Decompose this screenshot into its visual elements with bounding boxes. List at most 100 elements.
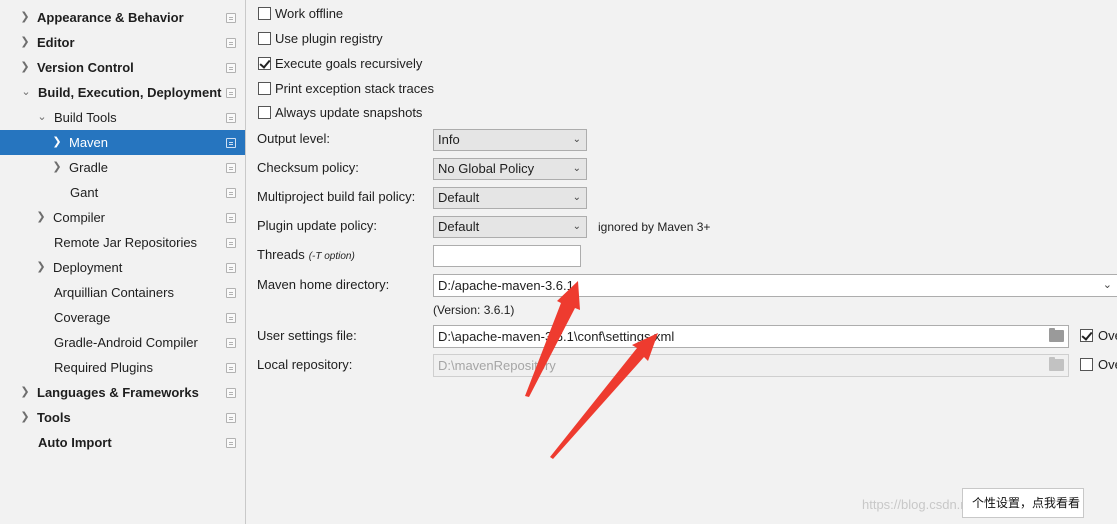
tree-item-label: Compiler xyxy=(53,210,106,225)
page-icon xyxy=(226,138,236,148)
user-settings-file-label: User settings file: xyxy=(257,328,357,343)
chevron-down-icon: ⌄ xyxy=(1102,279,1112,291)
page-icon xyxy=(226,163,236,173)
tree-item-label: Arquillian Containers xyxy=(54,285,174,300)
chevron-down-icon: ⌄ xyxy=(572,192,581,203)
user-settings-override-checkbox[interactable] xyxy=(1080,329,1093,342)
tree-item-label: Tools xyxy=(37,410,71,425)
tree-item-languages-frameworks[interactable]: ❯ Languages & Frameworks xyxy=(0,380,245,405)
tree-item-label: Gradle xyxy=(69,160,109,175)
chevron-right-icon[interactable]: ❯ xyxy=(51,155,63,180)
page-icon xyxy=(226,313,236,323)
tree-item-label: Version Control xyxy=(37,60,134,75)
chevron-right-icon[interactable]: ❯ xyxy=(19,405,31,430)
chevron-down-icon: ⌄ xyxy=(572,163,581,174)
threads-label: Threads (-T option) xyxy=(257,245,355,267)
work-offline-checkbox[interactable] xyxy=(258,7,271,20)
output-level-label: Output level: xyxy=(257,131,330,146)
folder-icon[interactable] xyxy=(1049,357,1064,371)
tree-item-label: Appearance & Behavior xyxy=(37,10,184,25)
tree-item-gradle[interactable]: ❯ Gradle xyxy=(0,155,245,180)
page-icon xyxy=(226,413,236,423)
maven-home-directory-value: D:/apache-maven-3.6.1 xyxy=(438,278,574,293)
page-icon xyxy=(226,88,236,98)
use-plugin-registry-label: Use plugin registry xyxy=(275,31,383,46)
print-exception-stack-traces-label: Print exception stack traces xyxy=(275,81,434,96)
chevron-right-icon[interactable]: ❯ xyxy=(19,55,31,80)
plugin-update-policy-note: ignored by Maven 3+ xyxy=(598,220,711,234)
always-update-snapshots-label: Always update snapshots xyxy=(275,105,423,120)
page-icon xyxy=(226,38,236,48)
page-icon xyxy=(226,238,236,248)
tree-item-appearance-behavior[interactable]: ❯ Appearance & Behavior xyxy=(0,5,245,30)
chevron-down-icon[interactable]: ⌄ xyxy=(20,80,32,105)
user-settings-file-value: D:\apache-maven-3.6.1\conf\settings.xml xyxy=(438,329,675,344)
tree-item-build-tools[interactable]: ⌄ Build Tools xyxy=(0,105,245,130)
maven-home-directory-label: Maven home directory: xyxy=(257,277,390,292)
tree-item-gant[interactable]: Gant xyxy=(0,180,245,205)
chevron-right-icon[interactable]: ❯ xyxy=(19,380,31,405)
tree-item-label: Gant xyxy=(70,185,99,200)
tree-item-required-plugins[interactable]: Required Plugins xyxy=(0,355,245,380)
tree-item-build-execution-deployment[interactable]: ⌄ Build, Execution, Deployment xyxy=(0,80,245,105)
tree-item-maven[interactable]: ❯ Maven xyxy=(0,130,245,155)
chevron-right-icon[interactable]: ❯ xyxy=(35,205,47,230)
always-update-snapshots-checkbox[interactable] xyxy=(258,106,271,119)
tree-item-tools[interactable]: ❯ Tools xyxy=(0,405,245,430)
maven-settings-panel: Work offline Use plugin registry Execute… xyxy=(247,0,1117,524)
threads-hint: (-T option) xyxy=(308,251,355,262)
output-level-select[interactable]: Info ⌄ xyxy=(433,129,587,151)
page-icon xyxy=(226,288,236,298)
folder-icon[interactable] xyxy=(1049,328,1064,342)
chevron-right-icon[interactable]: ❯ xyxy=(35,255,47,280)
tree-item-label: Editor xyxy=(37,35,75,50)
tree-item-label: Coverage xyxy=(54,310,111,325)
page-icon xyxy=(226,363,236,373)
multiproject-fail-policy-select[interactable]: Default ⌄ xyxy=(433,187,587,209)
plugin-update-policy-select[interactable]: Default ⌄ xyxy=(433,216,587,238)
tree-item-remote-jar-repositories[interactable]: Remote Jar Repositories xyxy=(0,230,245,255)
chevron-right-icon[interactable]: ❯ xyxy=(19,5,31,30)
settings-tree: ❯ Appearance & Behavior ❯ Editor ❯ Versi… xyxy=(0,0,246,524)
page-icon xyxy=(226,13,236,23)
plugin-update-policy-value: Default xyxy=(438,219,480,234)
tree-item-label: Deployment xyxy=(53,260,123,275)
threads-label-text: Threads xyxy=(257,247,305,262)
tree-item-coverage[interactable]: Coverage xyxy=(0,305,245,330)
local-repository-override-checkbox[interactable] xyxy=(1080,358,1093,371)
user-settings-file-input[interactable]: D:\apache-maven-3.6.1\conf\settings.xml xyxy=(433,325,1069,348)
chevron-right-icon[interactable]: ❯ xyxy=(19,30,31,55)
tree-item-arquillian-containers[interactable]: Arquillian Containers xyxy=(0,280,245,305)
maven-home-directory-combo[interactable]: D:/apache-maven-3.6.1 ⌄ xyxy=(433,274,1117,297)
tree-item-auto-import[interactable]: Auto Import xyxy=(0,430,245,455)
tree-item-compiler[interactable]: ❯ Compiler xyxy=(0,205,245,230)
tooltip: 个性设置，点我看看 xyxy=(962,488,1084,518)
output-level-value: Info xyxy=(438,132,460,147)
tree-item-gradle-android-compiler[interactable]: Gradle-Android Compiler xyxy=(0,330,245,355)
tree-item-deployment[interactable]: ❯ Deployment xyxy=(0,255,245,280)
checksum-policy-value: No Global Policy xyxy=(438,161,535,176)
local-repository-input[interactable]: D:\mavenRepository xyxy=(433,354,1069,377)
local-repository-override-label: Ove xyxy=(1098,357,1117,372)
user-settings-override-label: Ove xyxy=(1098,328,1117,343)
tree-item-label: Auto Import xyxy=(38,435,112,450)
chevron-down-icon: ⌄ xyxy=(572,134,581,145)
threads-input[interactable] xyxy=(433,245,581,267)
page-icon xyxy=(226,113,236,123)
page-icon xyxy=(226,438,236,448)
multiproject-fail-policy-value: Default xyxy=(438,190,480,205)
tree-item-version-control[interactable]: ❯ Version Control xyxy=(0,55,245,80)
checksum-policy-select[interactable]: No Global Policy ⌄ xyxy=(433,158,587,180)
tree-item-label: Required Plugins xyxy=(54,360,154,375)
page-icon xyxy=(226,263,236,273)
execute-goals-recursively-checkbox[interactable] xyxy=(258,57,271,70)
chevron-right-icon[interactable]: ❯ xyxy=(51,130,63,155)
tree-item-editor[interactable]: ❯ Editor xyxy=(0,30,245,55)
tree-item-label: Gradle-Android Compiler xyxy=(54,335,198,350)
use-plugin-registry-checkbox[interactable] xyxy=(258,32,271,45)
execute-goals-recursively-label: Execute goals recursively xyxy=(275,56,423,71)
page-icon xyxy=(226,213,236,223)
chevron-down-icon[interactable]: ⌄ xyxy=(36,105,48,130)
print-exception-stack-traces-checkbox[interactable] xyxy=(258,82,271,95)
tree-item-label: Build Tools xyxy=(54,110,117,125)
